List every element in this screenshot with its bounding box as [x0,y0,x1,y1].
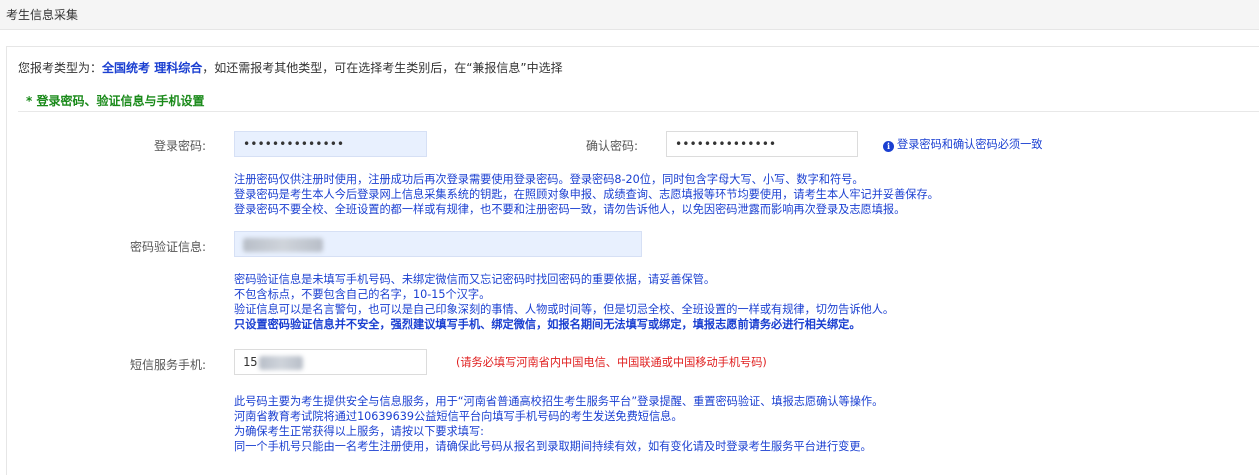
confirm-password-label: 确认密码: [585,139,638,153]
phone-hint-line: 为确保考生正常获得以上服务，请按以下要求填写: [234,425,484,438]
redacted-value [259,355,304,370]
phone-hint-line: 河南省教育考试院将通过10639639公益短信平台向填写手机号码的考生发送免费短… [234,410,683,423]
phone-carrier-warning: (请务必填写河南省内中国电信、中国联通或中国移动手机号码) [456,356,767,369]
password-hint-line: 登录密码不要全校、全班设置的都一样或有规律，也不要和注册密码一致，请勿告诉他人，… [234,203,906,216]
phone-hint-block: 此号码主要为考生提供安全与信息服务，用于“河南省普通高校招生考生服务平台”登录提… [234,394,883,454]
verify-hint-line: 不包含标点，不要包含自己的名字，10-15个汉字。 [234,288,491,301]
redacted-value [243,237,323,252]
phone-value: 15 [243,355,258,369]
password-hint-block: 注册密码仅供注册时使用，注册成功后再次登录需要使用登录密码。登录密码8-20位，… [234,172,939,217]
verify-hint-line: 密码验证信息是未填写手机号码、未绑定微信而又忘记密码时找回密码的重要依据，请妥善… [234,273,716,286]
notice-prefix: 您报考类型为： [18,61,103,75]
exam-type-notice: 您报考类型为：全国统考 理科综合，如还需报考其他类型，可在选择考生类别后，在“兼… [18,59,563,76]
verify-info-label: 密码验证信息: [129,240,206,254]
top-bar: 考生信息采集 [0,0,1259,30]
confirm-password-input[interactable]: •••••••••••••• [666,131,858,157]
phone-label: 短信服务手机: [129,358,206,372]
verify-hint-line: 验证信息可以是名言警句，也可以是自己印象深刻的事情、人物或时间等，但是切忌全校、… [234,303,895,316]
phone-hint-line: 此号码主要为考生提供安全与信息服务，用于“河南省普通高校招生考生服务平台”登录提… [234,395,884,408]
exam-type-value: 全国统考 理科综合 [102,61,203,75]
password-match-tip-text: 登录密码和确认密码必须一致 [897,138,1043,151]
page-title: 考生信息采集 [6,8,79,22]
section-divider [18,111,1259,112]
password-match-tip: i 登录密码和确认密码必须一致 [883,136,1042,152]
phone-input[interactable]: 15 [234,349,427,375]
verify-hint-block: 密码验证信息是未填写手机号码、未绑定微信而又忘记密码时找回密码的重要依据，请妥善… [234,272,894,332]
login-password-label: 登录密码: [153,139,206,153]
password-hint-line: 注册密码仅供注册时使用，注册成功后再次登录需要使用登录密码。登录密码8-20位，… [234,173,864,186]
password-hint-line: 登录密码是考生本人今后登录网上信息采集系统的钥匙，在照顾对象申报、成绩查询、志愿… [234,188,939,201]
info-icon: i [883,141,894,152]
notice-suffix: ，如还需报考其他类型，可在选择考生类别后，在“兼报信息”中选择 [202,61,563,75]
verify-info-input[interactable] [234,231,642,257]
phone-hint-line: 同一个手机号只能由一名考生注册使用，请确保此号码从报名到录取期间持续有效，如有变… [234,440,872,453]
section-title: * 登录密码、验证信息与手机设置 [26,94,205,108]
verify-hint-bold-line: 只设置密码验证信息并不安全，强烈建议填写手机、绑定微信，如报名期间无法填写或绑定… [234,318,861,331]
login-password-input[interactable]: •••••••••••••• [234,131,427,157]
